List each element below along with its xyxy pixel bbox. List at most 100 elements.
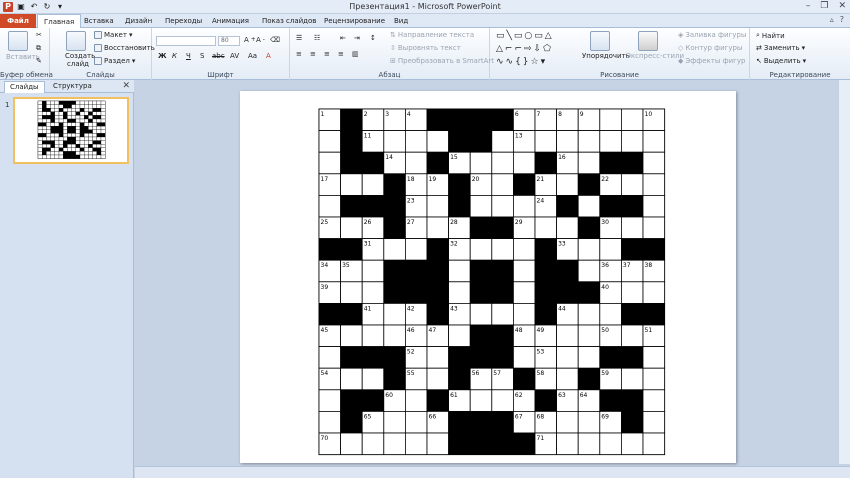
replace-label: Заменить [763,44,800,52]
underline-button[interactable]: Ч [186,52,191,60]
bullets-icon[interactable]: ☰ [296,34,302,42]
crossword-cell-white [383,130,406,153]
shapes-gallery-row2[interactable]: △⌐⌐⇨⇩⬠ [496,44,553,54]
crossword-cell-black [42,104,47,109]
crossword-cell-white [383,324,406,348]
tab-outline-pane[interactable]: Структура [48,81,97,93]
tab-insert[interactable]: Вставка [84,14,114,28]
shapes-gallery-row3[interactable]: ∿∿{}☆▾ [496,57,547,67]
arrange-icon[interactable] [590,31,610,51]
shapes-gallery[interactable]: ▭╲▭○▭△ [496,31,554,41]
crossword-cell-black [84,129,89,134]
numbering-icon[interactable]: ☷ [314,34,320,42]
font-name-combo[interactable] [156,36,216,46]
text-direction-button[interactable]: ⇅ Направление текста [390,31,474,39]
crossword-cell-black [50,140,55,145]
crossword-cell-black [383,346,406,369]
shape-outline-button[interactable]: ◇ Контур фигуры [678,44,742,52]
select-button[interactable]: ↖ Выделить ▾ [756,57,806,65]
copy-icon[interactable]: ⧉ [36,44,41,53]
shape-fill-button[interactable]: ◈ Заливка фигуры [678,31,746,39]
tab-design[interactable]: Дизайн [125,14,152,28]
italic-button[interactable]: К [172,52,177,60]
section-button[interactable]: Раздел ▾ [94,57,135,65]
tab-slides-pane[interactable]: Слайды [4,81,45,93]
crossword-cell-black [71,118,76,123]
align-left-icon[interactable]: ≡ [296,50,302,58]
align-center-icon[interactable]: ≡ [310,50,316,58]
crossword-grid: 1 2 3 4 5 6 7 8 9 1011 12 1314 15 1617 18 19 20 21 2223 242… [318,108,666,456]
crossword-cell-black [469,410,493,434]
tab-review[interactable]: Рецензирование [324,14,385,28]
crossword-cell-white [88,122,93,127]
quick-styles-icon[interactable] [638,31,658,51]
notes-divider[interactable] [135,466,850,478]
close-button[interactable]: ✕ [838,1,846,11]
strikethrough-button[interactable]: abc [212,52,225,60]
crossword-cell-white [84,100,89,105]
tab-view[interactable]: Вид [394,14,408,28]
tab-transitions[interactable]: Переходы [165,14,202,28]
clue-number: 20 [472,176,480,183]
shrink-font-icon[interactable]: A- [256,36,265,44]
find-button[interactable]: ⌕ Найти [756,31,785,40]
help-icon[interactable]: ? [840,15,844,24]
maximize-button[interactable]: ❐ [820,1,828,11]
new-slide-icon[interactable] [66,31,86,51]
arrange-button[interactable]: Упорядочить [582,52,630,60]
crossword-cell-black [318,238,342,261]
slide[interactable]: 1 2 3 4 5 6 7 8 9 10 11 12 13 14 15 16 17 18 19 20 21 22 23 24 2… [240,91,736,463]
tab-file[interactable]: Файл [0,14,36,28]
tab-home[interactable]: Главная [37,14,82,29]
crossword-cell-white [92,100,97,105]
paste-icon[interactable] [8,31,28,51]
paste-button[interactable]: Вставить [6,53,40,61]
grow-font-icon[interactable]: A + [244,36,256,44]
tab-animation[interactable]: Анимация [212,14,249,28]
align-right-icon[interactable]: ≡ [324,50,330,58]
crossword-cell-white [92,133,97,138]
layout-button[interactable]: Макет ▾ [94,31,132,39]
justify-icon[interactable]: ≡ [338,50,344,58]
minimize-ribbon-icon[interactable]: ▵ [830,15,834,24]
smartart-icon: ⊞ [390,57,396,65]
section-icon [94,57,102,65]
decrease-indent-icon[interactable]: ⇤ [340,34,346,42]
crossword-cell-white [54,115,60,120]
crossword-cell-white [46,136,51,141]
crossword-cell-black [599,346,622,369]
increase-indent-icon[interactable]: ⇥ [354,34,360,42]
crossword-cell-black [42,108,47,112]
vertical-scrollbar[interactable] [838,80,850,464]
columns-icon[interactable]: ▥ [352,50,359,58]
font-size-combo[interactable]: 80 [218,36,240,46]
format-painter-icon[interactable]: ✎ [36,57,42,65]
new-slide-button[interactable]: Создать [65,52,95,60]
crossword-cell-white [75,118,81,123]
new-slide-button-line2[interactable]: слайд [67,60,89,68]
crossword-cell-black [67,136,72,141]
shape-effects-button[interactable]: ◆ Эффекты фигур [678,57,745,65]
line-spacing-icon[interactable]: ↕ [370,34,376,42]
reset-button[interactable]: Восстановить [94,44,155,52]
clear-format-icon[interactable]: ⌫ [270,36,280,44]
slide-thumbnail[interactable] [13,97,129,164]
group-editing: ⌕ Найти ⇄ Заменить ▾ ↖ Выделить ▾ Редактирова… [750,28,850,80]
bold-button[interactable]: Ж [158,52,167,60]
tab-slideshow[interactable]: Показ слайдов [262,14,316,28]
align-text-button[interactable]: ⇳ Выровнять текст [390,44,461,52]
crossword-cell-black [491,410,514,434]
crossword-cell-black [100,133,106,138]
minimize-button[interactable]: – [806,1,811,11]
cut-icon[interactable]: ✂ [36,31,42,39]
quick-styles-button[interactable]: Экспресс-стили [626,52,684,60]
replace-button[interactable]: ⇄ Заменить ▾ [756,44,805,52]
change-case-button[interactable]: Aa [248,52,257,60]
char-spacing-button[interactable]: AV [230,52,239,60]
close-icon[interactable]: ✕ [122,81,130,91]
smartart-button[interactable]: ⊞ Преобразовать в SmartArt [390,57,494,65]
crossword-cell-white [577,432,601,456]
font-color-button[interactable]: A [266,52,271,60]
shadow-button[interactable]: S [200,52,204,60]
crossword-cell-black [448,108,471,132]
